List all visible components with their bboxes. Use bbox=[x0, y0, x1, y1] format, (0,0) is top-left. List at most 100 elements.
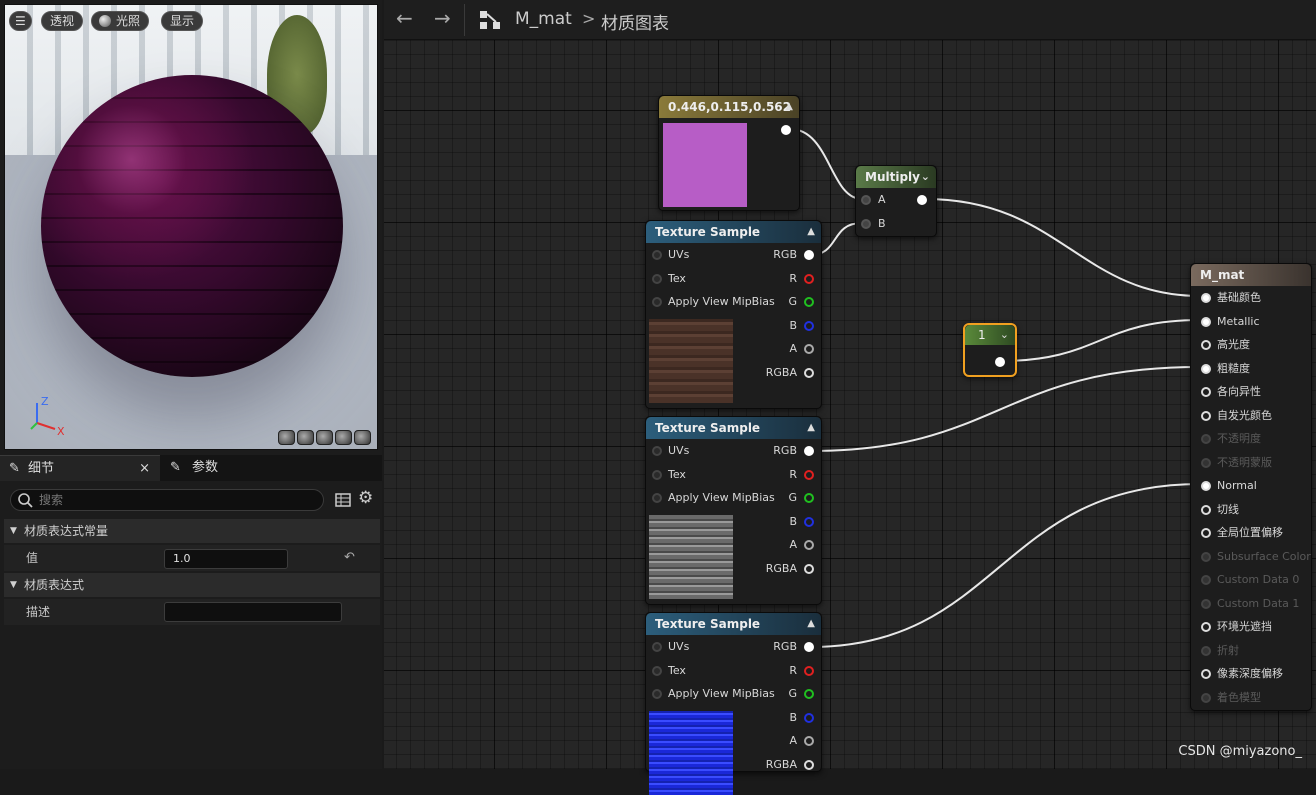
material-input-pin[interactable] bbox=[1201, 622, 1211, 632]
material-input-label: 粗糙度 bbox=[1217, 361, 1250, 377]
material-input-pin[interactable] bbox=[1201, 552, 1211, 562]
collapse-icon[interactable]: ▲ bbox=[807, 613, 815, 635]
color-swatch bbox=[663, 123, 747, 207]
input-pin-label: Apply View MipBias bbox=[668, 686, 775, 702]
material-input-label: Custom Data 0 bbox=[1217, 572, 1299, 588]
collapse-icon[interactable]: ▲ bbox=[785, 96, 793, 118]
material-input-pin[interactable] bbox=[1201, 364, 1211, 374]
scalar-output-pin[interactable] bbox=[995, 357, 1005, 367]
material-input-label: 着色模型 bbox=[1217, 690, 1261, 706]
collapse-icon[interactable]: ▲ bbox=[807, 417, 815, 439]
material-input-pin[interactable] bbox=[1201, 411, 1211, 421]
multiply-output-pin[interactable] bbox=[917, 195, 927, 205]
output-pin-dot[interactable] bbox=[804, 446, 814, 456]
material-input-label: Metallic bbox=[1217, 314, 1260, 330]
constant3vector-node[interactable]: 0.446,0.115,0.562 ▲ bbox=[658, 95, 800, 211]
output-pin-label: A bbox=[789, 537, 797, 553]
material-input-pin[interactable] bbox=[1201, 340, 1211, 350]
material-input-pin[interactable] bbox=[1201, 317, 1211, 327]
output-pin-dot[interactable] bbox=[804, 321, 814, 331]
output-pin-label: B bbox=[789, 710, 797, 726]
material-input-label: 折射 bbox=[1217, 643, 1239, 659]
output-pin-label: R bbox=[789, 467, 797, 483]
output-pin-dot[interactable] bbox=[804, 517, 814, 527]
material-result-node[interactable]: M_mat 基础颜色Metallic高光度粗糙度各向异性自发光颜色不透明度不透明… bbox=[1190, 263, 1312, 711]
output-pin-dot[interactable] bbox=[804, 689, 814, 699]
scalar-title: 1 bbox=[978, 328, 986, 342]
multiply-node[interactable]: Multiply ⌄ A B bbox=[855, 165, 937, 237]
texture-sample-title: Texture Sample bbox=[655, 421, 760, 435]
input-pin-dot[interactable] bbox=[652, 493, 662, 503]
output-pin-dot[interactable] bbox=[804, 368, 814, 378]
output-pin-dot[interactable] bbox=[804, 297, 814, 307]
output-pin-dot[interactable] bbox=[804, 250, 814, 260]
output-pin-label: RGBA bbox=[766, 561, 797, 577]
material-input-label: 各向异性 bbox=[1217, 384, 1261, 400]
texture-sample-node[interactable]: Texture Sample▲UVsTexApply View MipBiasR… bbox=[645, 416, 822, 605]
output-pin-dot[interactable] bbox=[804, 493, 814, 503]
output-pin-dot[interactable] bbox=[804, 540, 814, 550]
material-input-pin[interactable] bbox=[1201, 293, 1211, 303]
output-pin-label: G bbox=[788, 294, 797, 310]
output-pin-label: B bbox=[789, 514, 797, 530]
material-input-label: 不透明蒙版 bbox=[1217, 455, 1272, 471]
output-pin-dot[interactable] bbox=[804, 564, 814, 574]
output-pin-dot[interactable] bbox=[804, 760, 814, 770]
collapse-icon[interactable]: ▲ bbox=[807, 221, 815, 243]
material-input-pin[interactable] bbox=[1201, 481, 1211, 491]
texture-sample-header: Texture Sample ▲ bbox=[646, 221, 821, 243]
material-input-pin[interactable] bbox=[1201, 599, 1211, 609]
material-input-label: 自发光颜色 bbox=[1217, 408, 1272, 424]
material-input-pin[interactable] bbox=[1201, 693, 1211, 703]
texture-sample-title: Texture Sample bbox=[655, 617, 760, 631]
material-input-pin[interactable] bbox=[1201, 646, 1211, 656]
output-pin-dot[interactable] bbox=[804, 666, 814, 676]
scalar-header: 1 ⌄ bbox=[965, 325, 1015, 345]
output-pin-dot[interactable] bbox=[804, 736, 814, 746]
material-input-pin[interactable] bbox=[1201, 458, 1211, 468]
input-pin-label: UVs bbox=[668, 443, 689, 459]
material-input-label: 像素深度偏移 bbox=[1217, 666, 1283, 682]
output-pin-label: R bbox=[789, 663, 797, 679]
texture-sample-node[interactable]: Texture Sample▲UVsTexApply View MipBiasR… bbox=[645, 612, 822, 772]
material-input-pin[interactable] bbox=[1201, 434, 1211, 444]
input-pin-dot[interactable] bbox=[652, 250, 662, 260]
output-pin[interactable] bbox=[781, 125, 791, 135]
pin-b-dot[interactable] bbox=[861, 219, 871, 229]
output-pin-label: RGB bbox=[773, 639, 797, 655]
output-pin-dot[interactable] bbox=[804, 642, 814, 652]
material-input-pin[interactable] bbox=[1201, 505, 1211, 515]
texture-sample-node[interactable]: Texture Sample▲UVsTexApply View MipBiasR… bbox=[645, 220, 822, 409]
chevron-down-icon[interactable]: ⌄ bbox=[1000, 325, 1009, 345]
texture-sample-header: Texture Sample ▲ bbox=[646, 417, 821, 439]
material-input-pin[interactable] bbox=[1201, 669, 1211, 679]
input-pin-dot[interactable] bbox=[652, 297, 662, 307]
multiply-header: Multiply ⌄ bbox=[856, 166, 936, 188]
input-pin-dot[interactable] bbox=[652, 642, 662, 652]
pin-a-dot[interactable] bbox=[861, 195, 871, 205]
input-pin-dot[interactable] bbox=[652, 446, 662, 456]
material-input-label: 高光度 bbox=[1217, 337, 1250, 353]
material-input-pin[interactable] bbox=[1201, 387, 1211, 397]
input-pin-dot[interactable] bbox=[652, 470, 662, 480]
chevron-down-icon[interactable]: ⌄ bbox=[921, 166, 930, 188]
material-input-pin[interactable] bbox=[1201, 575, 1211, 585]
input-pin-dot[interactable] bbox=[652, 666, 662, 676]
input-pin-dot[interactable] bbox=[652, 689, 662, 699]
scalar-node[interactable]: 1 ⌄ bbox=[963, 323, 1017, 377]
material-input-pin[interactable] bbox=[1201, 528, 1211, 538]
output-pin-dot[interactable] bbox=[804, 713, 814, 723]
input-pin-label: Apply View MipBias bbox=[668, 490, 775, 506]
input-pin-dot[interactable] bbox=[652, 274, 662, 284]
output-pin-label: B bbox=[789, 318, 797, 334]
output-pin-dot[interactable] bbox=[804, 470, 814, 480]
output-pin-dot[interactable] bbox=[804, 344, 814, 354]
material-input-label: 环境光遮挡 bbox=[1217, 619, 1272, 635]
material-input-label: Subsurface Color bbox=[1217, 549, 1311, 565]
pin-a-label: A bbox=[878, 192, 886, 208]
material-input-label: 全局位置偏移 bbox=[1217, 525, 1283, 541]
texture-sample-title: Texture Sample bbox=[655, 225, 760, 239]
output-pin-label: RGB bbox=[773, 443, 797, 459]
output-pin-dot[interactable] bbox=[804, 274, 814, 284]
input-pin-label: Tex bbox=[668, 271, 686, 287]
